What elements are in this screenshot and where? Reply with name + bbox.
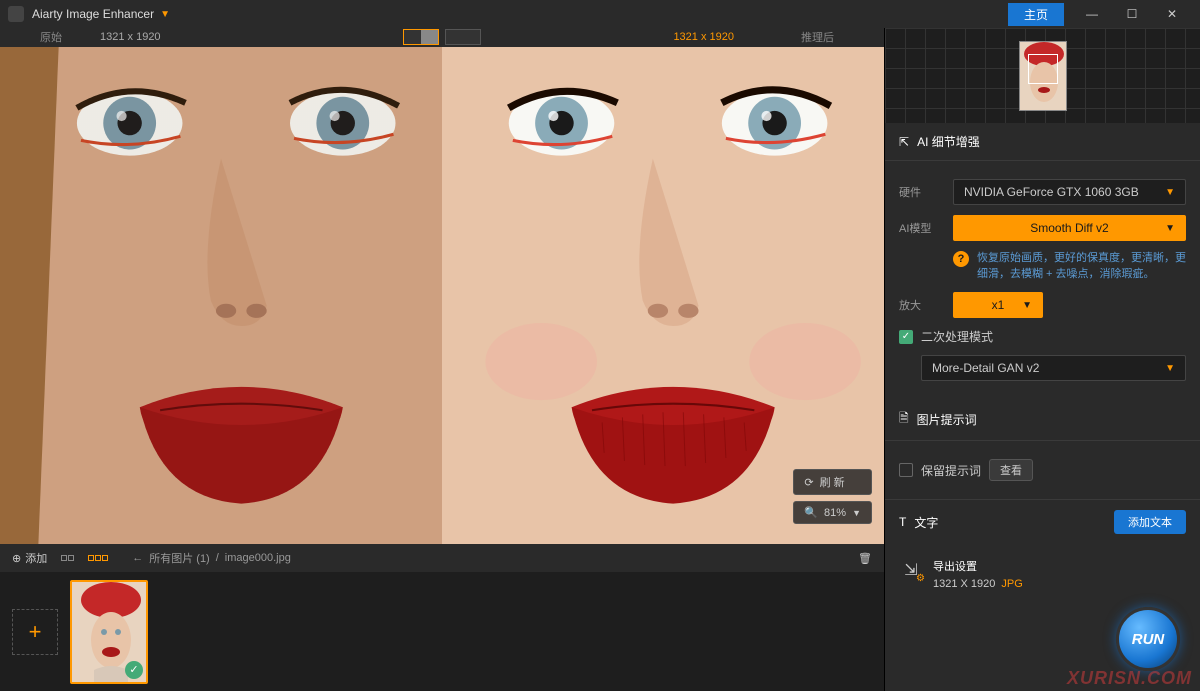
- chevron-down-icon: ▼: [1165, 187, 1175, 198]
- close-button[interactable]: ✕: [1152, 0, 1192, 28]
- enhance-icon: ⇱: [899, 135, 909, 149]
- view-split-button[interactable]: [403, 29, 439, 45]
- list-view-button[interactable]: [88, 555, 108, 561]
- zoom-control[interactable]: 🔍81%▼: [793, 501, 872, 524]
- view-single-button[interactable]: [445, 29, 481, 45]
- export-icon: ⇲ ⚙: [899, 558, 923, 582]
- side-panel: ⇱ AI 细节增强 硬件 NVIDIA GeForce GTX 1060 3GB…: [884, 28, 1200, 544]
- app-title: Aiarty Image Enhancer: [32, 7, 154, 21]
- export-header: 导出设置: [933, 558, 1023, 574]
- add-button[interactable]: ⊕添加: [12, 550, 47, 566]
- hardware-label: 硬件: [899, 184, 943, 200]
- keep-prompt-checkbox[interactable]: [899, 463, 913, 477]
- chevron-down-icon: ▼: [1022, 300, 1032, 311]
- run-button[interactable]: RUN: [1116, 607, 1180, 671]
- section-prompt: 🗎 图片提示词: [885, 399, 1200, 441]
- maximize-button[interactable]: ☐: [1112, 0, 1152, 28]
- view-prompt-button[interactable]: 查看: [989, 459, 1033, 481]
- grid-view-button[interactable]: [61, 555, 74, 561]
- label-after: 推理后: [801, 29, 834, 45]
- chevron-down-icon: ▼: [1165, 363, 1175, 374]
- keep-prompt-label: 保留提示词: [921, 462, 981, 479]
- model-hint: 恢复原始画质，更好的保真度，更清晰，更细滑，去模糊 + 去噪点，消除瑕疵。: [977, 251, 1186, 282]
- breadcrumb-file: image000.jpg: [225, 552, 291, 564]
- home-button[interactable]: 主页: [1008, 3, 1064, 26]
- preview-header: 原始 1321 x 1920 1321 x 1920 推理后: [0, 28, 884, 47]
- chevron-down-icon: ▼: [1165, 223, 1175, 234]
- navigator[interactable]: [885, 28, 1200, 123]
- refresh-icon: ⟳: [804, 476, 813, 489]
- help-icon[interactable]: ?: [953, 251, 969, 267]
- scale-select[interactable]: x1▼: [953, 292, 1043, 318]
- chevron-down-icon[interactable]: ▼: [160, 9, 170, 20]
- app-icon: [8, 6, 24, 22]
- chevron-down-icon: ▼: [852, 508, 861, 518]
- add-image-tile[interactable]: +: [12, 609, 58, 655]
- text-header: 文字: [914, 514, 938, 531]
- breadcrumb-folder[interactable]: 所有图片 (1): [149, 550, 210, 566]
- thumbnail-item[interactable]: ✓: [70, 580, 148, 684]
- secondary-checkbox[interactable]: [899, 330, 913, 344]
- minimize-button[interactable]: ―: [1072, 0, 1112, 28]
- text-icon: T: [899, 515, 906, 529]
- refresh-button[interactable]: ⟳刷 新: [793, 469, 872, 495]
- preview-pane: 原始 1321 x 1920 1321 x 1920 推理后: [0, 28, 884, 544]
- model-label: AI模型: [899, 220, 943, 236]
- breadcrumb: ← 所有图片 (1) / image000.jpg: [132, 550, 291, 566]
- titlebar: Aiarty Image Enhancer ▼ 主页 ― ☐ ✕: [0, 0, 1200, 28]
- add-text-button[interactable]: 添加文本: [1114, 510, 1186, 534]
- dimensions-result: 1321 x 1920: [673, 31, 734, 43]
- image-original: [0, 47, 442, 544]
- preview-images[interactable]: ⟳刷 新 🔍81%▼: [0, 47, 884, 544]
- secondary-model-select[interactable]: More-Detail GAN v2▼: [921, 355, 1186, 381]
- secondary-label: 二次处理模式: [921, 328, 993, 345]
- thumbnail-area: ⊕添加 ← 所有图片 (1) / image000.jpg 🗑 + ✓: [0, 544, 884, 691]
- navigator-thumbnail[interactable]: [1019, 41, 1067, 111]
- hardware-select[interactable]: NVIDIA GeForce GTX 1060 3GB▼: [953, 179, 1186, 205]
- plus-icon: ⊕: [12, 552, 21, 565]
- export-details: 1321 X 1920JPG: [933, 578, 1023, 590]
- chevron-left-icon[interactable]: ←: [132, 552, 143, 564]
- zoom-icon: 🔍: [804, 506, 818, 519]
- check-icon: ✓: [125, 661, 143, 679]
- dimensions-original: 1321 x 1920: [100, 31, 161, 43]
- document-icon: 🗎: [899, 409, 909, 430]
- trash-button[interactable]: 🗑: [858, 552, 872, 565]
- thumbnail-toolbar: ⊕添加 ← 所有图片 (1) / image000.jpg 🗑: [0, 544, 884, 572]
- model-select[interactable]: Smooth Diff v2▼: [953, 215, 1186, 241]
- export-panel: ⇲ ⚙ 导出设置 1321 X 1920JPG RUN: [884, 544, 1200, 691]
- section-detail-enhance: ⇱ AI 细节增强: [885, 123, 1200, 161]
- scale-label: 放大: [899, 297, 943, 313]
- label-original: 原始: [40, 29, 62, 45]
- gear-icon: ⚙: [916, 573, 925, 584]
